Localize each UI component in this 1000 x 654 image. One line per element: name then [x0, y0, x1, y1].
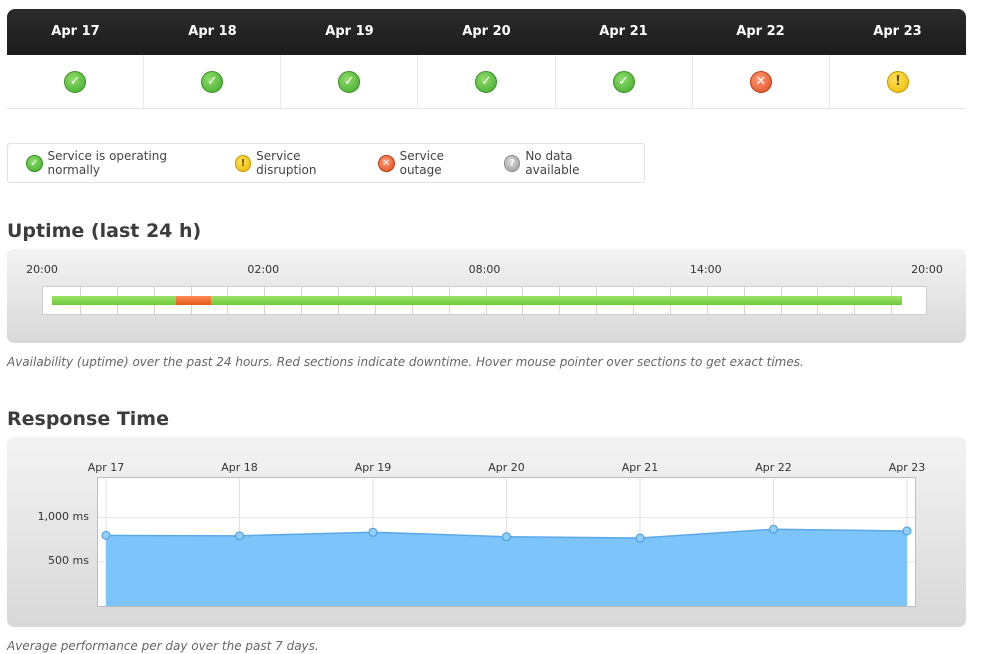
response-panel: Apr 17 Apr 18 Apr 19 Apr 20 Apr 21 Apr 22 Apr …	[7, 437, 966, 627]
response-x-tick-label: Apr 21	[621, 461, 659, 474]
response-x-tick-label: Apr 22	[755, 461, 792, 474]
exclamation-circle-icon[interactable]: !	[886, 70, 909, 93]
check-circle-icon[interactable]: ✓	[475, 70, 498, 93]
status-table-header: Apr 17 Apr 18 Apr 19 Apr 20 Apr 21 Apr 2…	[7, 9, 966, 55]
day-header: Apr 22	[736, 24, 785, 39]
day-header: Apr 21	[599, 24, 648, 39]
check-circle-icon: ✓	[26, 154, 43, 172]
day-header: Apr 20	[462, 24, 511, 39]
legend-item-outage: ✕ Service outage	[378, 149, 487, 177]
response-data-point[interactable]	[635, 533, 645, 543]
uptime-tick-label: 14:00	[689, 263, 722, 276]
check-circle-icon[interactable]: ✓	[612, 70, 635, 93]
day-status-cell: ✓	[144, 55, 282, 108]
response-chart	[98, 478, 915, 606]
response-data-point[interactable]	[101, 530, 111, 540]
response-data-point[interactable]	[368, 527, 378, 537]
response-title: Response Time	[7, 408, 169, 430]
response-x-tick-label: Apr 23	[888, 461, 926, 474]
legend-label: No data available	[525, 149, 580, 177]
uptime-tick-label: 20:00	[911, 263, 943, 276]
legend-item-disruption: ! Service disruption	[234, 149, 361, 177]
uptime-uptime-segment[interactable]	[210, 296, 903, 305]
response-data-point[interactable]	[902, 526, 912, 536]
response-plot-area	[97, 477, 916, 607]
uptime-uptime-segment[interactable]	[52, 296, 176, 305]
legend-label: Service outage	[399, 149, 444, 177]
check-circle-icon[interactable]: ✓	[201, 70, 224, 93]
day-status-cell: ✓	[418, 55, 556, 108]
x-circle-icon: ✕	[378, 154, 395, 172]
day-status-cell: ✕	[693, 55, 830, 108]
legend-item-nodata: ? No data available	[503, 149, 627, 177]
legend-item-ok: ✓ Service is operating normally	[26, 149, 218, 177]
day-status-cell: !	[830, 55, 966, 108]
uptime-bar	[42, 286, 927, 315]
response-caption: Average performance per day over the pas…	[7, 639, 319, 653]
response-data-point[interactable]	[235, 531, 244, 541]
day-header: Apr 18	[188, 24, 237, 39]
question-circle-icon: ?	[503, 154, 521, 172]
check-circle-icon[interactable]: ✓	[64, 70, 87, 93]
response-y-tick-label: 1,000 ms	[37, 509, 89, 523]
status-legend: ✓ Service is operating normally ! Servic…	[7, 143, 645, 183]
response-y-tick-label: 500 ms	[48, 553, 89, 567]
response-x-tick-label: Apr 17	[87, 461, 125, 474]
uptime-title: Uptime (last 24 h)	[7, 220, 202, 242]
response-data-point[interactable]	[769, 524, 778, 534]
day-status-cell: ✓	[281, 55, 419, 108]
uptime-panel: 20:00 02:00 08:00 14:00 20:00	[7, 249, 966, 343]
exclamation-circle-icon: !	[234, 154, 252, 172]
uptime-tick-label: 02:00	[247, 263, 280, 276]
x-circle-icon[interactable]: ✕	[749, 70, 772, 93]
status-table-row: ✓ ✓ ✓ ✓ ✓ ✕!	[7, 55, 966, 109]
response-data-point[interactable]	[502, 532, 511, 542]
check-circle-icon[interactable]: ✓	[338, 70, 361, 93]
response-x-tick-label: Apr 18	[221, 461, 258, 474]
day-status-cell: ✓	[7, 55, 145, 108]
daily-status-table: Apr 17 Apr 18 Apr 19 Apr 20 Apr 21 Apr 2…	[7, 9, 966, 109]
response-x-tick-label: Apr 20	[488, 461, 525, 474]
legend-label: Service disruption	[256, 149, 317, 177]
day-header: Apr 19	[325, 24, 374, 39]
uptime-tick-label: 08:00	[468, 263, 501, 276]
response-x-tick-label: Apr 19	[354, 461, 392, 474]
uptime-caption: Availability (uptime) over the past 24 h…	[7, 355, 804, 369]
uptime-tick-label: 20:00	[26, 263, 58, 276]
day-header: Apr 17	[51, 24, 100, 39]
day-header: Apr 23	[873, 24, 922, 39]
uptime-downtime-segment[interactable]	[175, 296, 211, 305]
day-status-cell: ✓	[556, 55, 693, 108]
legend-label: Service is operating normally	[47, 149, 167, 177]
